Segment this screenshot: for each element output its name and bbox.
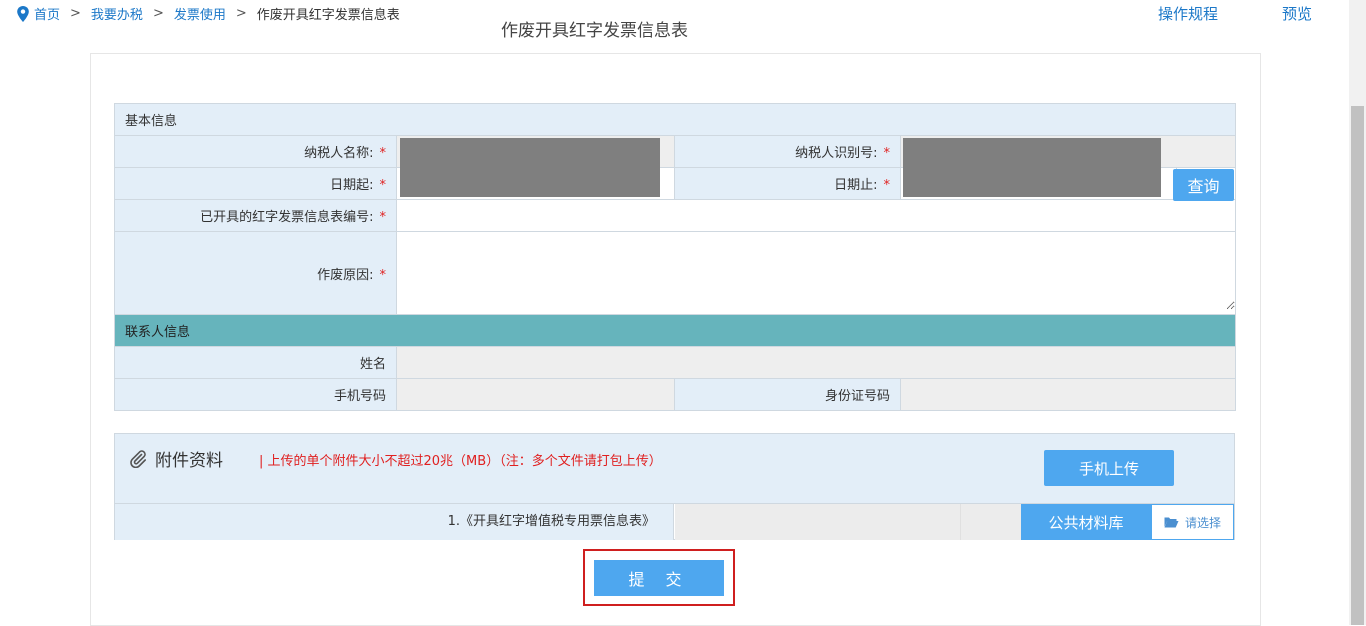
page-title: 作废开具红字发票信息表 xyxy=(501,21,688,41)
choose-file-label: 请选择 xyxy=(1184,515,1221,530)
contact-name-field xyxy=(395,346,1237,379)
required-mark: * xyxy=(883,178,891,193)
choose-file-button[interactable]: 请选择 xyxy=(1151,504,1234,540)
attachment-label: 1.《开具红字增值税专用票信息表》 xyxy=(115,504,674,540)
attachments-header: | 上传的单个附件大小不超过20兆（MB）（注：多个文件请打包上传） 附件资料 … xyxy=(115,434,1234,503)
basic-info-section-title: 基本信息 xyxy=(125,114,178,129)
required-mark: * xyxy=(379,210,387,225)
attachments-title-text: 附件资料 xyxy=(155,451,223,471)
paperclip-icon xyxy=(130,449,146,468)
redacted-block xyxy=(903,138,1161,197)
redacted-block xyxy=(400,138,660,197)
taxpayer-name-label-cell: 纳税人名称: * xyxy=(114,135,397,168)
contact-section-header: 联系人信息 xyxy=(113,314,1237,347)
contact-name-label-cell: 姓名 xyxy=(114,346,397,379)
required-mark: * xyxy=(379,178,387,193)
required-mark: * xyxy=(379,146,387,161)
folder-open-icon xyxy=(1164,517,1179,528)
attachment-file-field xyxy=(675,504,960,540)
mobile-upload-button[interactable]: 手机上传 xyxy=(1044,450,1174,486)
date-start-label-cell: 日期起: * xyxy=(114,167,397,200)
taxpayer-id-label: 纳税人识别号: xyxy=(795,146,878,161)
required-mark: * xyxy=(379,267,387,283)
attachments-title: 附件资料 xyxy=(129,446,223,471)
page-scrollbar[interactable] xyxy=(1349,0,1366,625)
submit-button[interactable]: 提 交 xyxy=(594,560,724,596)
idcard-label: 身份证号码 xyxy=(824,389,890,404)
red-invoice-no-label: 已开具的红字发票信息表编号: xyxy=(200,210,374,225)
phone-label: 手机号码 xyxy=(333,389,386,404)
basic-info-section-header: 基本信息 xyxy=(113,103,1237,136)
attachment-row: 1.《开具红字增值税专用票信息表》 公共材料库 请选择 xyxy=(115,503,1234,540)
void-reason-label-cell: 作废原因: * xyxy=(114,231,397,315)
date-end-label: 日期止: xyxy=(834,178,878,193)
preview-link[interactable]: 预览 xyxy=(1282,3,1312,24)
red-invoice-no-input[interactable] xyxy=(395,199,1237,232)
taxpayer-name-label: 纳税人名称: xyxy=(304,146,374,161)
scrollbar-thumb[interactable] xyxy=(1351,106,1364,625)
taxpayer-id-label-cell: 纳税人识别号: * xyxy=(674,135,901,168)
phone-label-cell: 手机号码 xyxy=(114,378,397,411)
contact-section-title: 联系人信息 xyxy=(125,325,191,340)
void-reason-cell xyxy=(395,231,1237,315)
attachment-file-extra xyxy=(960,504,1021,540)
red-invoice-no-label-cell: 已开具的红字发票信息表编号: * xyxy=(114,199,397,232)
date-end-label-cell: 日期止: * xyxy=(674,167,901,200)
public-library-button[interactable]: 公共材料库 xyxy=(1021,504,1151,540)
query-button[interactable]: 查询 xyxy=(1173,169,1234,201)
idcard-label-cell: 身份证号码 xyxy=(674,378,901,411)
contact-name-label: 姓名 xyxy=(359,357,386,372)
required-mark: * xyxy=(883,146,891,161)
attachments-panel: | 上传的单个附件大小不超过20兆（MB）（注：多个文件请打包上传） 附件资料 … xyxy=(114,433,1235,540)
void-reason-textarea[interactable] xyxy=(397,232,1236,310)
idcard-field xyxy=(899,378,1237,411)
date-start-label: 日期起: xyxy=(330,178,374,193)
phone-field xyxy=(396,378,675,411)
void-reason-label: 作废原因: xyxy=(317,267,374,283)
